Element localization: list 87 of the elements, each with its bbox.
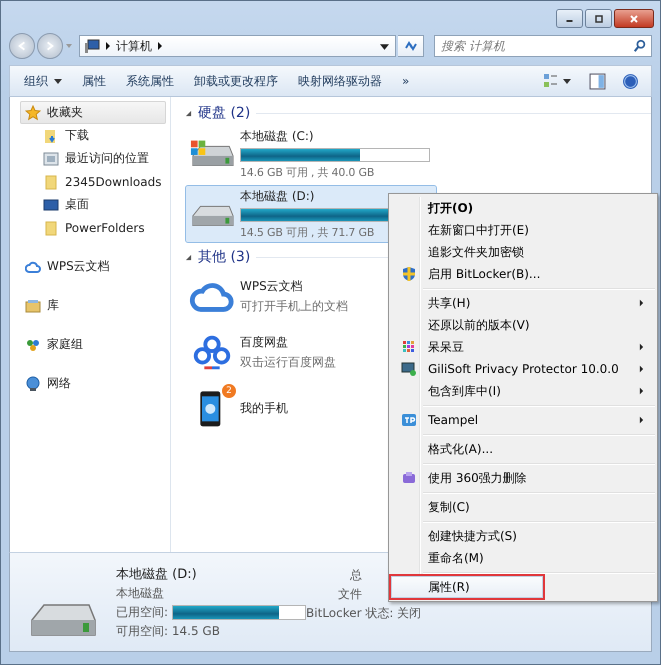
free-space-label: 可用空间: 14.5 GB (116, 623, 220, 640)
menu-item[interactable]: 追影文件夹加密锁 (391, 241, 655, 263)
menu-item[interactable]: 使用 360强力删除 (391, 467, 655, 489)
monitor-icon (401, 361, 417, 377)
preview-pane-icon (589, 72, 606, 90)
collapse-triangle-icon[interactable] (185, 254, 192, 260)
item-name: 本地磁盘 (C:) (240, 128, 314, 145)
submenu-arrow-icon (639, 343, 644, 351)
forward-button[interactable] (37, 33, 63, 59)
breadcrumb-arrow-icon[interactable] (106, 42, 110, 50)
menu-item[interactable]: 创建快捷方式(S) (391, 525, 655, 547)
search-field[interactable]: 搜索 计算机 (434, 35, 652, 57)
breadcrumb-arrow-icon[interactable] (158, 42, 162, 50)
star-icon (25, 104, 41, 120)
item-description: 可打开手机上的文档 (240, 298, 348, 314)
menu-item[interactable]: 包含到库中(I) (391, 380, 655, 402)
group-header: 硬盘 (2) (198, 104, 250, 122)
network-icon (25, 376, 41, 392)
details-type: 本地磁盘 (116, 585, 164, 602)
group-header: 其他 (3) (198, 248, 250, 266)
close-icon (629, 14, 639, 24)
back-button[interactable] (9, 33, 35, 59)
desktop-icon (43, 196, 59, 212)
toolbar-button[interactable]: 系统属性 (118, 68, 182, 94)
shredder-icon (401, 470, 417, 486)
sidebar-item[interactable]: 2345Downloads (38, 170, 166, 193)
submenu-arrow-icon (639, 299, 644, 307)
item-description: 14.6 GB 可用 , 共 40.0 GB (240, 165, 374, 180)
menu-item[interactable]: 属性(R) (391, 576, 543, 598)
folder-icon (43, 220, 59, 236)
toolbar-button[interactable]: 映射网络驱动器 (290, 68, 390, 94)
file-system-label: 文件 (338, 586, 362, 603)
menu-item[interactable]: Teampel (391, 409, 655, 431)
bitlocker-status: BitLocker 状态: 关闭 (306, 605, 422, 622)
color-grid-icon (401, 339, 417, 355)
menu-item[interactable]: GiliSoft Privacy Protector 10.0.0 (391, 358, 655, 380)
menu-item[interactable]: 启用 BitLocker(B)... (391, 263, 655, 285)
maximize-button[interactable] (585, 9, 612, 28)
toolbar-button[interactable]: 组织 (16, 68, 70, 94)
folder-icon (43, 174, 59, 190)
sidebar-item[interactable]: 下载 (38, 124, 94, 147)
tp-logo-icon (401, 412, 417, 428)
library-icon (25, 298, 41, 314)
breadcrumb-item[interactable]: 计算机 (116, 38, 152, 54)
search-icon[interactable] (633, 39, 647, 53)
sidebar-item[interactable]: 收藏夹 (20, 101, 166, 124)
address-bar[interactable]: 计算机 (79, 35, 396, 57)
collapse-triangle-icon[interactable] (185, 110, 192, 116)
notification-badge: 2 (220, 382, 238, 400)
sidebar-item[interactable]: 家庭组 (20, 333, 166, 356)
close-button[interactable] (614, 9, 654, 28)
menu-item[interactable]: 呆呆豆 (391, 336, 655, 358)
submenu-arrow-icon (639, 387, 644, 395)
menu-item[interactable]: 共享(H) (391, 292, 655, 314)
minimize-button[interactable] (556, 9, 583, 28)
submenu-arrow-icon (639, 416, 644, 424)
toolbar-button[interactable]: 属性 (74, 68, 114, 94)
submenu-arrow-icon (639, 365, 644, 373)
used-space-label: 已用空间: (116, 604, 168, 621)
drive-tile[interactable]: 本地磁盘 (C:) 14.6 GB 可用 , 共 40.0 GB (185, 125, 437, 183)
dropdown-caret-icon[interactable] (380, 42, 389, 50)
menu-item[interactable]: 还原以前的版本(V) (391, 314, 655, 336)
sidebar-item[interactable]: 库 (20, 294, 166, 317)
menu-item[interactable]: 格式化(A)... (391, 438, 655, 460)
item-name: 本地磁盘 (D:) (240, 188, 314, 205)
sidebar-item[interactable]: 最近访问的位置 (38, 147, 154, 170)
item-description: 双击运行百度网盘 (240, 354, 336, 370)
sidebar-item[interactable]: 网络 (20, 372, 166, 395)
toolbar-button[interactable]: 卸载或更改程序 (186, 68, 286, 94)
item-name: WPS云文档 (240, 278, 303, 294)
menu-item[interactable]: 重命名(M) (391, 547, 655, 569)
view-list-icon (543, 73, 573, 89)
recent-places-icon (43, 150, 59, 166)
sidebar-item[interactable]: WPS云文档 (20, 255, 166, 278)
sidebar-item[interactable]: PowerFolders (38, 216, 150, 239)
toolbar-button[interactable]: » (394, 70, 418, 92)
shield-icon (401, 266, 417, 282)
total-size-label: 总 (350, 567, 362, 584)
refresh-button[interactable] (398, 35, 424, 57)
maximize-icon (594, 14, 604, 24)
sidebar-item[interactable]: 桌面 (38, 193, 94, 216)
item-description: 14.5 GB 可用 , 共 71.7 GB (240, 225, 374, 240)
details-name: 本地磁盘 (D:) (116, 566, 197, 583)
item-name: 百度网盘 (240, 334, 288, 350)
menu-item[interactable]: 复制(C) (391, 496, 655, 518)
item-name: 我的手机 (240, 400, 288, 416)
minimize-icon (566, 20, 573, 22)
